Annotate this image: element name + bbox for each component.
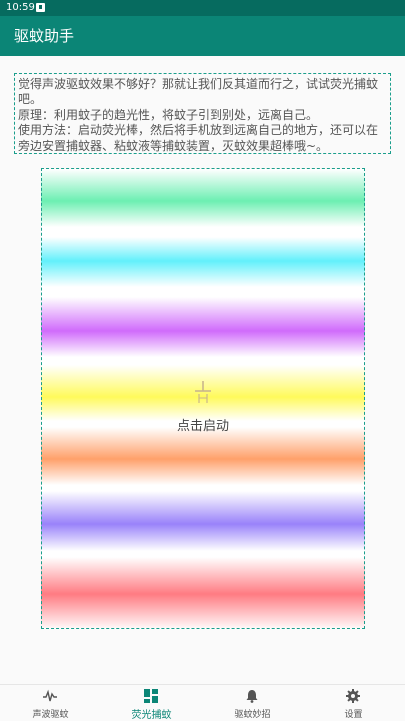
nav-label-fluorescent-catch: 荧光捕蚊: [131, 710, 172, 721]
nav-label-sound-repel: 声波驱蚊: [32, 710, 69, 720]
intro-line-usage: 使用方法：启动荧光棒，然后将手机放到远离自己的地方，还可以在旁边安置捕蚊器、粘蚊…: [18, 123, 379, 153]
status-bar: 10:59: [0, 0, 405, 16]
gear-icon: [346, 689, 360, 703]
nav-item-settings[interactable]: 设置: [303, 685, 404, 721]
start-label[interactable]: 点击启动: [42, 415, 364, 434]
nav-label-settings: 设置: [344, 710, 363, 720]
nav-label-repel-tips: 驱蚊妙招: [234, 710, 271, 720]
intro-line-principle: 原理：利用蚊子的趋光性，将蚊子引到别处，远离自己。: [18, 107, 319, 122]
intro-line-question: 觉得声波驱蚊效果不够好？那就让我们反其道而行之，试试荧光捕蚊吧。: [18, 77, 379, 107]
nav-item-fluorescent-catch[interactable]: 荧光捕蚊: [101, 685, 202, 721]
sound-wave-icon: [43, 689, 57, 702]
app-bar: 驱蚊助手: [0, 16, 405, 56]
nav-item-sound-repel[interactable]: 声波驱蚊: [0, 685, 101, 721]
light-stick-icon: [195, 381, 211, 403]
app-title: 驱蚊助手: [14, 27, 75, 45]
bell-icon: [246, 690, 258, 703]
intro-text-box: 觉得声波驱蚊效果不够好？那就让我们反其道而行之，试试荧光捕蚊吧。 原理：利用蚊子…: [14, 73, 391, 154]
nav-item-repel-tips[interactable]: 驱蚊妙招: [202, 685, 303, 721]
status-time: 10:59: [6, 2, 35, 13]
fluorescent-light-panel[interactable]: 点击启动: [41, 168, 365, 629]
dashboard-grid-icon: [144, 689, 158, 703]
bottom-navigation: 声波驱蚊 荧光捕蚊 驱蚊妙招 设置: [0, 684, 405, 721]
notification-icon: [36, 3, 45, 12]
